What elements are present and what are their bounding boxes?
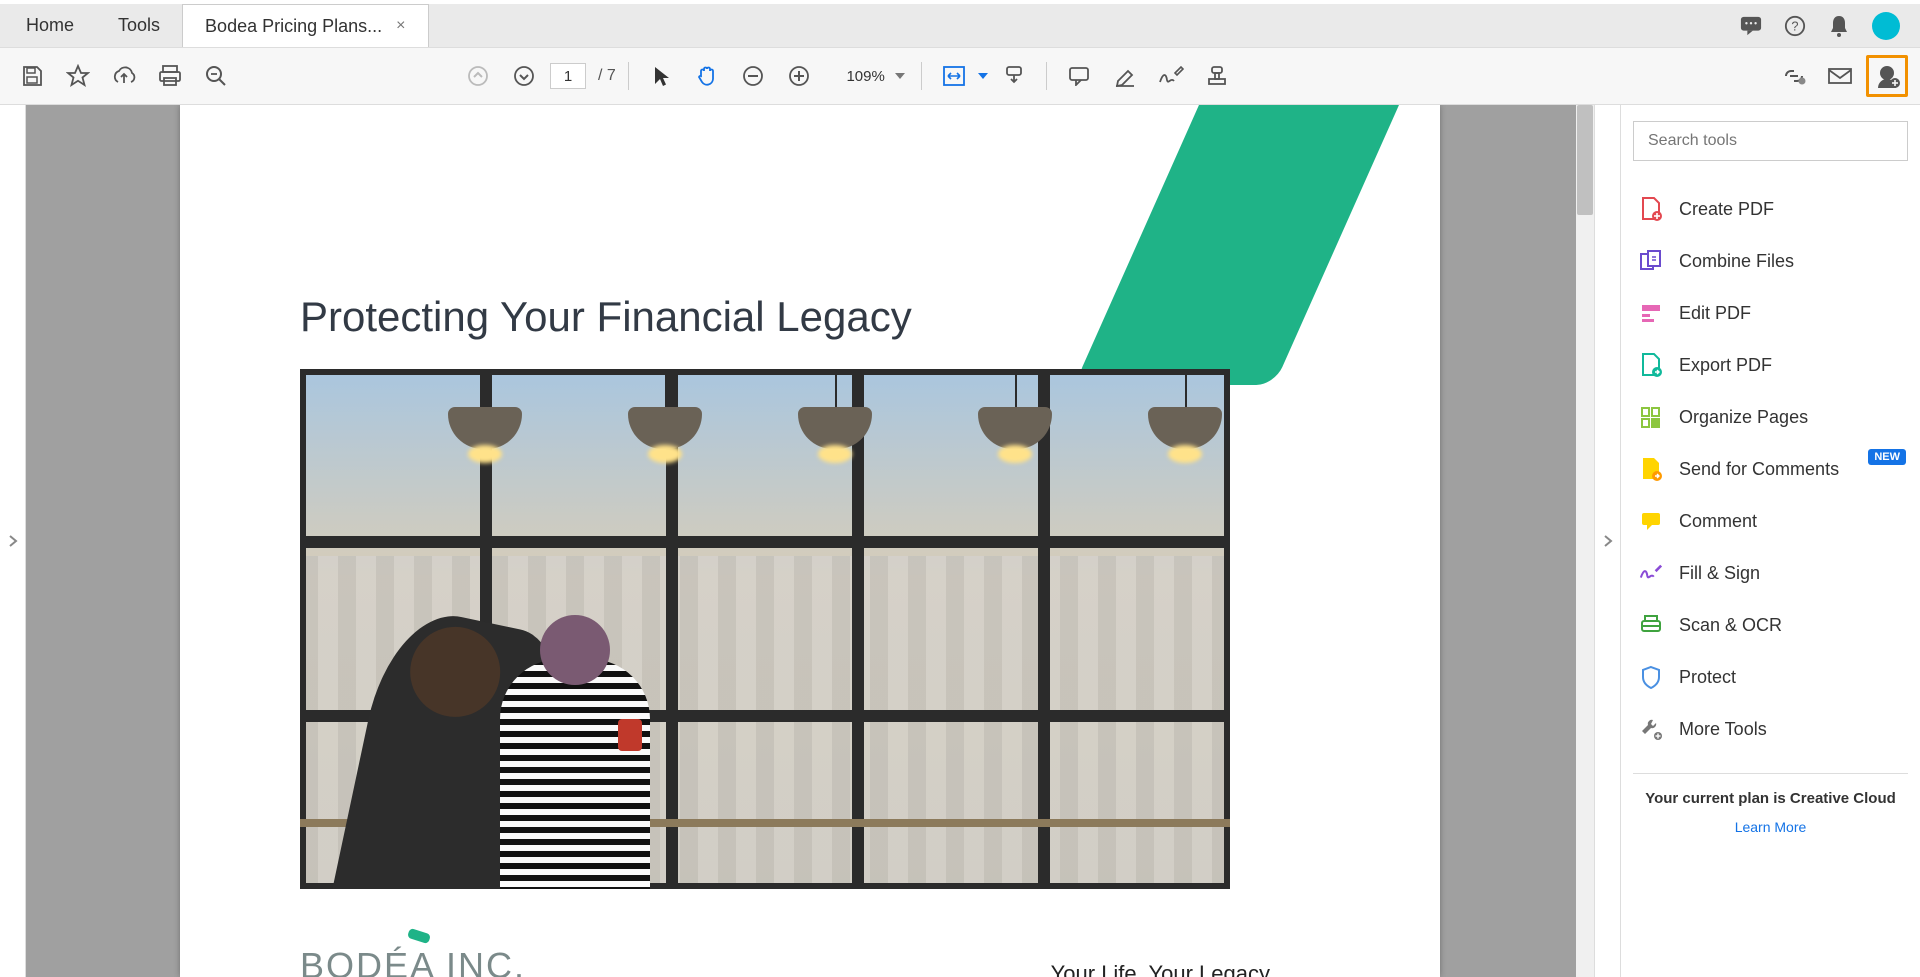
page-up-icon[interactable]	[458, 56, 498, 96]
brand-logo: BODÉA INC.	[300, 945, 526, 977]
close-tab-icon[interactable]: ×	[396, 17, 405, 35]
svg-text:?: ?	[1791, 18, 1798, 33]
right-rail[interactable]	[1594, 105, 1620, 977]
vertical-scrollbar[interactable]	[1576, 105, 1594, 977]
scan-ocr-icon	[1639, 613, 1663, 637]
hand-tool-icon[interactable]	[687, 56, 727, 96]
search-tools-input[interactable]	[1648, 132, 1893, 150]
chat-icon[interactable]	[1740, 15, 1762, 37]
fit-width-icon[interactable]	[934, 56, 974, 96]
tools-panel: Create PDF Combine Files Edit PDF Export…	[1620, 105, 1920, 977]
tool-send-comments-label: Send for Comments	[1679, 459, 1839, 480]
tool-comment[interactable]: Comment	[1633, 495, 1908, 547]
fit-dropdown-icon[interactable]	[978, 73, 988, 79]
create-pdf-icon	[1639, 197, 1663, 221]
combine-files-icon	[1639, 249, 1663, 273]
tab-tools-label: Tools	[118, 15, 160, 36]
tool-edit-pdf[interactable]: Edit PDF	[1633, 287, 1908, 339]
star-icon[interactable]	[58, 56, 98, 96]
highlight-tool-icon[interactable]	[1105, 56, 1145, 96]
pdf-page: Protecting Your Financial Legacy BODÉA I…	[180, 105, 1440, 977]
stamp-tool-icon[interactable]	[1197, 56, 1237, 96]
document-viewport[interactable]: Protecting Your Financial Legacy BODÉA I…	[26, 105, 1594, 977]
tabs-bar: Home Tools Bodea Pricing Plans... × ?	[0, 4, 1920, 48]
tool-combine-files[interactable]: Combine Files	[1633, 235, 1908, 287]
cloud-upload-icon[interactable]	[104, 56, 144, 96]
plan-info: Your current plan is Creative Cloud	[1633, 788, 1908, 809]
read-mode-icon[interactable]	[994, 56, 1034, 96]
protect-icon	[1639, 665, 1663, 689]
tool-fill-sign[interactable]: Fill & Sign	[1633, 547, 1908, 599]
tool-organize-pages[interactable]: Organize Pages	[1633, 391, 1908, 443]
zoom-out-icon[interactable]	[733, 56, 773, 96]
tool-export-pdf[interactable]: Export PDF	[1633, 339, 1908, 391]
export-pdf-icon	[1639, 353, 1663, 377]
zoom-value: 109%	[829, 68, 885, 85]
comment-tool-icon[interactable]	[1059, 56, 1099, 96]
selection-tool-icon[interactable]	[641, 56, 681, 96]
print-icon[interactable]	[150, 56, 190, 96]
page-total: / 7	[598, 67, 616, 85]
tab-home[interactable]: Home	[4, 4, 96, 47]
comment-icon	[1639, 509, 1663, 533]
share-button-highlighted[interactable]	[1866, 55, 1908, 97]
tool-combine-files-label: Combine Files	[1679, 251, 1794, 272]
save-icon[interactable]	[12, 56, 52, 96]
tab-tools[interactable]: Tools	[96, 4, 182, 47]
tool-protect[interactable]: Protect	[1633, 651, 1908, 703]
tool-more-tools[interactable]: More Tools	[1633, 703, 1908, 755]
edit-pdf-icon	[1639, 301, 1663, 325]
page-accent-shape	[1074, 105, 1425, 385]
find-icon[interactable]	[196, 56, 236, 96]
tool-send-comments[interactable]: Send for Comments NEW	[1633, 443, 1908, 495]
tab-document[interactable]: Bodea Pricing Plans... ×	[182, 4, 428, 47]
tab-home-label: Home	[26, 15, 74, 36]
bell-icon[interactable]	[1828, 15, 1850, 37]
tool-more-tools-label: More Tools	[1679, 719, 1767, 740]
left-rail[interactable]	[0, 105, 26, 977]
avatar[interactable]	[1872, 12, 1900, 40]
help-icon[interactable]: ?	[1784, 15, 1806, 37]
more-tools-icon	[1639, 717, 1663, 741]
sign-tool-icon[interactable]	[1151, 56, 1191, 96]
tool-create-pdf[interactable]: Create PDF	[1633, 183, 1908, 235]
organize-pages-icon	[1639, 405, 1663, 429]
tab-document-label: Bodea Pricing Plans...	[205, 16, 382, 37]
document-hero-image	[300, 369, 1230, 889]
link-share-icon[interactable]	[1774, 56, 1814, 96]
tool-scan-ocr-label: Scan & OCR	[1679, 615, 1782, 636]
tool-organize-pages-label: Organize Pages	[1679, 407, 1808, 428]
fill-sign-icon	[1639, 561, 1663, 585]
document-tagline: Your Life, Your Legacy	[1051, 961, 1270, 977]
new-badge: NEW	[1868, 449, 1906, 465]
tool-create-pdf-label: Create PDF	[1679, 199, 1774, 220]
tool-fill-sign-label: Fill & Sign	[1679, 563, 1760, 584]
tool-export-pdf-label: Export PDF	[1679, 355, 1772, 376]
page-down-icon[interactable]	[504, 56, 544, 96]
toolbar: / 7 109%	[0, 48, 1920, 105]
zoom-in-icon[interactable]	[779, 56, 819, 96]
search-tools-box[interactable]	[1633, 121, 1908, 161]
zoom-dropdown-icon[interactable]	[895, 73, 905, 79]
page-number-input[interactable]	[550, 63, 586, 89]
tool-protect-label: Protect	[1679, 667, 1736, 688]
email-icon[interactable]	[1820, 56, 1860, 96]
main-area: Protecting Your Financial Legacy BODÉA I…	[0, 105, 1920, 977]
tool-scan-ocr[interactable]: Scan & OCR	[1633, 599, 1908, 651]
send-comments-icon	[1639, 457, 1663, 481]
zoom-level[interactable]: 109%	[825, 68, 909, 85]
learn-more-link[interactable]: Learn More	[1633, 819, 1908, 835]
tool-comment-label: Comment	[1679, 511, 1757, 532]
tool-edit-pdf-label: Edit PDF	[1679, 303, 1751, 324]
